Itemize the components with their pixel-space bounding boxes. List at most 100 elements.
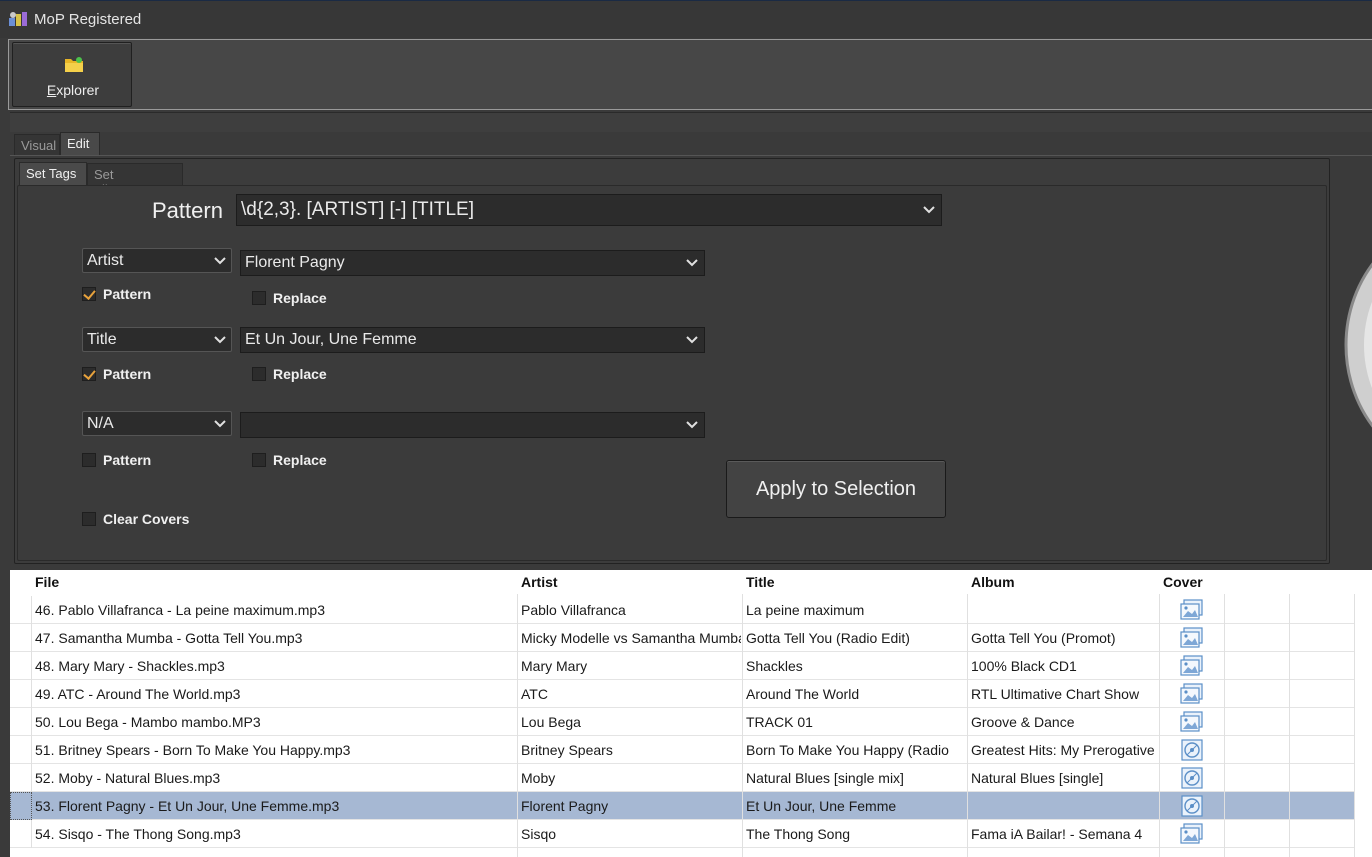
album-cell: Groove & Dance <box>971 714 1075 730</box>
title-cell: Gotta Tell You (Radio Edit) <box>746 630 910 646</box>
image-icon[interactable] <box>1180 627 1204 649</box>
row-header[interactable] <box>10 792 32 820</box>
disc-icon[interactable] <box>1180 795 1204 817</box>
row-header[interactable] <box>10 708 32 736</box>
column-divider <box>742 594 743 857</box>
table-row[interactable]: 47. Samantha Mumba - Gotta Tell You.mp3 M… <box>10 624 1355 652</box>
pattern-value: \d{2,3}. [ARTIST] [-] [TITLE] <box>241 199 475 220</box>
tab-set-tags[interactable]: Set Tags <box>19 162 87 186</box>
column-divider <box>1289 594 1290 857</box>
image-icon[interactable] <box>1180 711 1204 733</box>
row-header[interactable] <box>10 652 32 680</box>
row-header[interactable] <box>10 764 32 792</box>
apply-to-selection-button[interactable]: Apply to Selection <box>726 460 946 518</box>
divider-strip <box>10 112 1372 132</box>
table-row[interactable]: 48. Mary Mary - Shackles.mp3 Mary Mary Sha… <box>10 652 1355 680</box>
title-cell: The Thong Song <box>746 826 851 842</box>
checkbox-label: Pattern <box>103 366 152 382</box>
chevron-down-icon <box>686 421 698 429</box>
tab-visual[interactable]: Visual <box>14 134 60 156</box>
file-cell: 49. ATC - Around The World.mp3 <box>35 686 241 702</box>
title-cell: Natural Blues [single mix] <box>746 770 904 786</box>
column-header-cover[interactable]: Cover <box>1163 574 1203 590</box>
pattern-combo[interactable]: \d{2,3}. [ARTIST] [-] [TITLE] <box>236 194 942 226</box>
pattern-label: Pattern <box>152 198 223 223</box>
row-header[interactable] <box>10 624 32 652</box>
pattern-checkbox-1[interactable]: Pattern <box>82 286 151 302</box>
checkbox-label: Pattern <box>103 286 152 302</box>
row-header[interactable] <box>10 680 32 708</box>
row-header[interactable] <box>10 820 32 848</box>
column-header-album[interactable]: Album <box>971 574 1015 590</box>
image-icon[interactable] <box>1180 683 1204 705</box>
image-icon[interactable] <box>1180 599 1204 621</box>
pattern-checkbox-2[interactable]: Pattern <box>82 366 151 382</box>
album-cell: Gotta Tell You (Promot) <box>971 630 1116 646</box>
title-cell: Around The World <box>746 686 860 702</box>
row-header[interactable] <box>10 596 32 624</box>
column-divider <box>517 594 518 857</box>
table-row[interactable]: 50. Lou Bega - Mambo mambo.MP3 Lou Bega TR… <box>10 708 1355 736</box>
artist-cell: Lou Bega <box>521 714 581 730</box>
chevron-down-icon <box>686 259 698 267</box>
image-icon[interactable] <box>1180 823 1204 845</box>
column-header-file[interactable]: File <box>35 574 59 590</box>
checkbox-box <box>252 453 266 467</box>
table-row[interactable]: 52. Moby - Natural Blues.mp3 Moby Natural … <box>10 764 1355 792</box>
file-cell: 51. Britney Spears - Born To Make You Ha… <box>35 742 351 758</box>
replace-checkbox-3[interactable]: Replace <box>252 452 327 468</box>
checkbox-label: Clear Covers <box>103 511 190 527</box>
edit-panel: Set Tags Set Filenames Pattern \d{2,3}. … <box>10 155 1372 567</box>
album-cell <box>971 792 1157 820</box>
artist-cell: Britney Spears <box>521 742 613 758</box>
chevron-down-icon <box>214 335 226 343</box>
checkbox-box <box>82 453 96 467</box>
value-combo-3[interactable] <box>240 412 705 438</box>
row-header[interactable] <box>10 736 32 764</box>
table-row[interactable]: 46. Pablo Villafranca - La peine maximum… <box>10 596 1355 624</box>
explorer-button[interactable]: Explorer <box>12 42 132 107</box>
table-row[interactable]: 51. Britney Spears - Born To Make You Ha… <box>10 736 1355 764</box>
value-combo-1[interactable]: Florent Pagny <box>240 250 705 276</box>
column-divider <box>1354 594 1355 857</box>
value-combo-text: Et Un Jour, Une Femme <box>245 331 417 348</box>
field-select-1[interactable]: Artist <box>82 248 232 273</box>
replace-checkbox-2[interactable]: Replace <box>252 366 327 382</box>
image-icon[interactable] <box>1180 655 1204 677</box>
table-row[interactable]: 54. Sisqo - The Thong Song.mp3 Sisqo The T… <box>10 820 1355 848</box>
title-bar: MoP Registered <box>0 0 1372 38</box>
title-cell: Born To Make You Happy (Radio <box>746 742 949 758</box>
album-cell <box>971 596 1157 624</box>
column-header-artist[interactable]: Artist <box>521 574 558 590</box>
column-divider <box>1224 594 1225 857</box>
chevron-down-icon <box>214 419 226 427</box>
set-tags-form: Pattern \d{2,3}. [ARTIST] [-] [TITLE] Ar… <box>17 185 1327 561</box>
file-cell: 54. Sisqo - The Thong Song.mp3 <box>35 826 241 842</box>
column-divider <box>1159 594 1160 857</box>
disc-icon[interactable] <box>1180 767 1204 789</box>
artist-cell: Micky Modelle vs Samantha Mumba <box>521 630 741 646</box>
field-select-3[interactable]: N/A <box>82 411 232 436</box>
disc-icon[interactable] <box>1180 739 1204 761</box>
title-cell: Shackles <box>746 658 803 674</box>
album-cell: 100% Black CD1 <box>971 658 1077 674</box>
checkbox-label: Replace <box>273 366 327 382</box>
artist-cell: Pablo Villafranca <box>521 602 626 618</box>
album-cell: Natural Blues [single] <box>971 770 1104 786</box>
clear-covers-checkbox[interactable]: Clear Covers <box>82 511 189 527</box>
value-combo-2[interactable]: Et Un Jour, Une Femme <box>240 327 705 353</box>
replace-checkbox-1[interactable]: Replace <box>252 290 327 306</box>
table-row[interactable]: 53. Florent Pagny - Et Un Jour, Une Femm… <box>10 792 1355 820</box>
checkbox-box <box>252 367 266 381</box>
pattern-checkbox-3[interactable]: Pattern <box>82 452 151 468</box>
title-cell: Et Un Jour, Une Femme <box>746 798 897 814</box>
column-header-title[interactable]: Title <box>746 574 775 590</box>
album-cell: RTL Ultimative Chart Show <box>971 686 1140 702</box>
tab-set-filenames[interactable]: Set Filenames <box>87 163 183 197</box>
tab-edit[interactable]: Edit <box>60 132 100 156</box>
field-select-value: N/A <box>87 414 114 432</box>
table-row[interactable]: 49. ATC - Around The World.mp3 ATC Around … <box>10 680 1355 708</box>
field-select-2[interactable]: Title <box>82 327 232 352</box>
artist-cell: ATC <box>521 686 548 702</box>
checkbox-label: Pattern <box>103 452 152 468</box>
